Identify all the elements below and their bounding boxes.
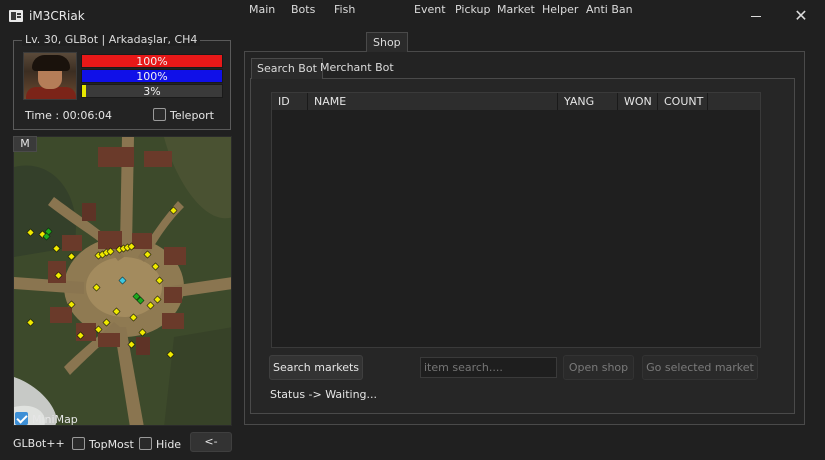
column-header-name[interactable]: NAME [308, 93, 558, 110]
hp-bar: 100% [81, 54, 223, 68]
exp-bar-fill [82, 85, 87, 97]
tab-market[interactable]: Market [491, 0, 541, 20]
tab-anti-ban[interactable]: Anti Ban [580, 0, 639, 20]
subtab-search-bot[interactable]: Search Bot [251, 58, 323, 79]
minimap[interactable] [13, 136, 232, 426]
open-shop-button[interactable]: Open shop [563, 355, 634, 380]
window-title: iM3CRiak [29, 9, 85, 23]
column-header-yang[interactable]: YANG [558, 93, 618, 110]
close-icon[interactable]: ✕ [778, 0, 824, 32]
item-search-input[interactable] [420, 357, 557, 378]
column-header-won[interactable]: WON [618, 93, 658, 110]
character-portrait [23, 52, 77, 100]
minimap-checkbox[interactable] [15, 412, 28, 425]
tab-shop[interactable]: Shop [366, 32, 408, 52]
map-m-button[interactable]: M [13, 136, 37, 152]
markets-table[interactable]: ID NAME YANG WON COUNT [271, 92, 761, 348]
tab-main[interactable]: Main [243, 0, 281, 20]
column-header-id[interactable]: ID [272, 93, 308, 110]
app-label: GLBot++ [13, 437, 65, 450]
tab-bots[interactable]: Bots [285, 0, 321, 20]
minimize-icon[interactable] [733, 0, 779, 32]
search-markets-button[interactable]: Search markets [269, 355, 363, 380]
column-header-count[interactable]: COUNT [658, 93, 708, 110]
topmost-checkbox[interactable] [72, 437, 85, 450]
topmost-label: TopMost [89, 438, 134, 451]
tab-pickup[interactable]: Pickup [449, 0, 496, 20]
exp-bar: 3% [81, 84, 223, 98]
go-selected-market-button[interactable]: Go selected market [642, 355, 758, 380]
hide-checkbox[interactable] [139, 437, 152, 450]
back-button[interactable]: <- [190, 432, 232, 452]
tab-fish[interactable]: Fish [328, 0, 361, 20]
tab-helper[interactable]: Helper [536, 0, 584, 20]
exp-bar-text: 3% [143, 85, 161, 98]
subtab-merchant-bot[interactable]: Merchant Bot [315, 58, 399, 79]
tab-event[interactable]: Event [408, 0, 452, 20]
teleport-label: Teleport [170, 109, 214, 122]
hide-label: Hide [156, 438, 182, 451]
time-label: Time : 00:06:04 [25, 109, 113, 122]
character-legend: Lv. 30, GLBot | Arkadaşlar, CH4 [22, 33, 201, 46]
app-icon [9, 10, 23, 22]
column-header-filler [708, 93, 760, 110]
mp-bar: 100% [81, 69, 223, 83]
status-text: Status -> Waiting... [270, 388, 378, 401]
minimap-label: MiniMap [32, 413, 78, 426]
teleport-checkbox[interactable] [153, 108, 166, 121]
